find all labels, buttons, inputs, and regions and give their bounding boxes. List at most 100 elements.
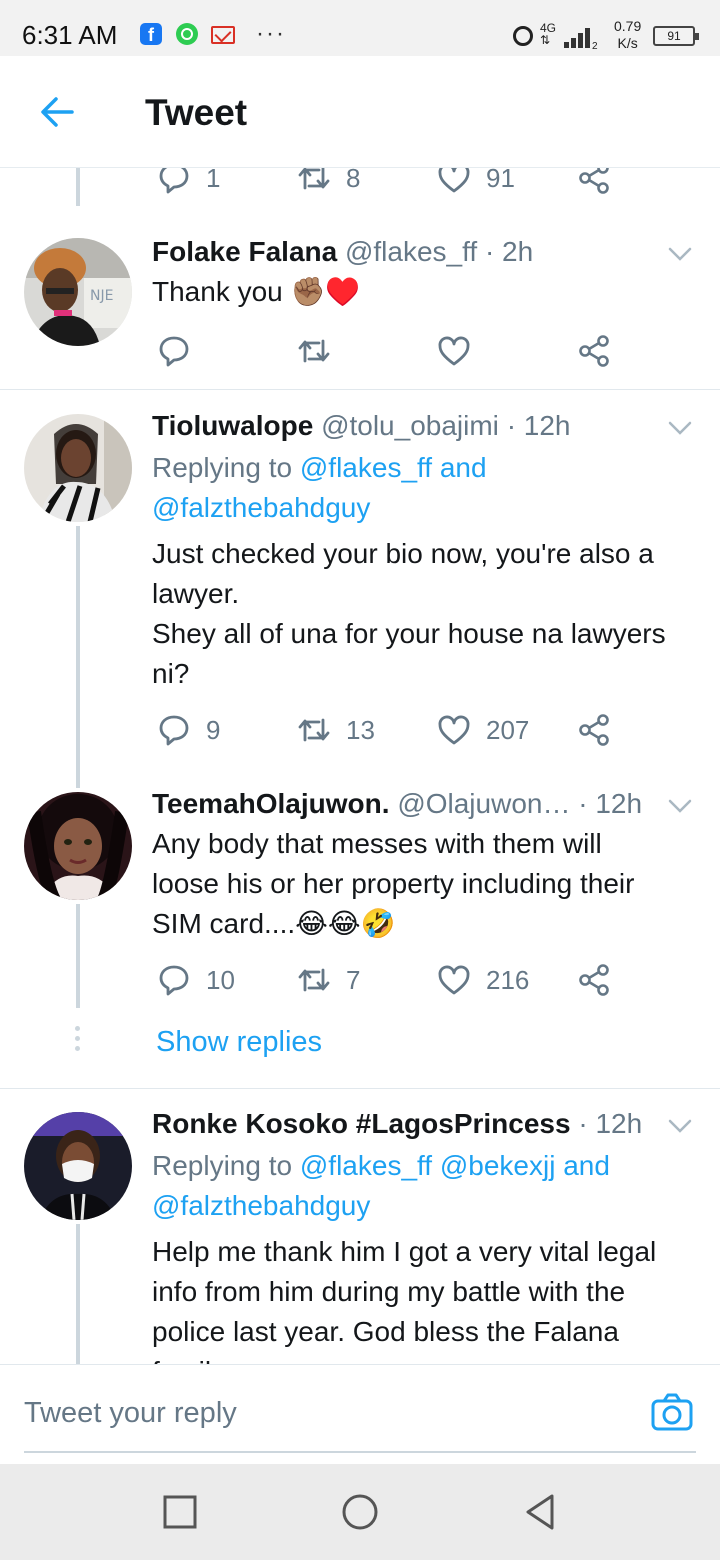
retweet-button[interactable] [296, 331, 332, 371]
retweet-count: 13 [346, 714, 375, 745]
chevron-down-icon [668, 247, 692, 261]
chevron-down-icon [668, 421, 692, 435]
like-count: 216 [486, 964, 530, 995]
retweet-icon [298, 968, 330, 992]
heart-icon [438, 336, 470, 366]
retweet-button[interactable]: 8 [296, 168, 360, 198]
android-nav-bar [0, 1464, 720, 1560]
avatar[interactable] [24, 1112, 132, 1220]
avatar[interactable] [24, 414, 132, 522]
tweet-options-button[interactable] [666, 1112, 694, 1140]
reply-input[interactable]: Tweet your reply [24, 1397, 237, 1430]
retweet-count: 7 [346, 964, 361, 995]
heart-icon [438, 168, 470, 193]
replying-to-label: Replying to [152, 452, 300, 483]
share-button[interactable] [576, 960, 612, 1000]
svg-text:NJE: NJE [90, 288, 113, 304]
home-button[interactable] [340, 1492, 380, 1532]
back-button[interactable] [36, 92, 76, 132]
tweet-header: Tioluwalope @tolu_obajimi · 12h [152, 410, 571, 442]
author-handle[interactable]: @flakes_ff [345, 236, 477, 267]
triangle-back-icon [526, 1494, 554, 1530]
square-icon [163, 1495, 197, 1529]
avatar-image [24, 414, 132, 522]
thread-line [76, 526, 80, 788]
more-notifications-icon: ··· [256, 20, 286, 47]
status-time: 6:31 AM [22, 20, 118, 50]
like-button[interactable] [436, 331, 472, 371]
heart-icon [438, 965, 470, 995]
like-button[interactable]: 216 [436, 960, 529, 1000]
retweet-button[interactable]: 7 [296, 960, 360, 1000]
camera-button[interactable] [650, 1391, 694, 1435]
share-button[interactable] [576, 168, 612, 198]
share-icon [579, 964, 609, 996]
author-name[interactable]: Folake Falana [152, 236, 337, 267]
avatar-image [24, 792, 132, 900]
like-button[interactable]: 207 [436, 710, 529, 750]
avatar[interactable]: NJE [24, 238, 132, 346]
battery-icon: 91 [653, 26, 699, 46]
tweet-options-button[interactable] [666, 240, 694, 268]
retweet-count: 8 [346, 168, 361, 193]
share-icon [579, 168, 609, 194]
tweet-options-button[interactable] [666, 414, 694, 442]
divider [0, 1088, 720, 1089]
thread-continuation-dots [75, 1026, 81, 1052]
author-name[interactable]: Tioluwalope [152, 410, 313, 441]
tweet-time: · 12h [506, 410, 571, 441]
retweet-icon [298, 168, 330, 190]
thread-line [76, 168, 80, 206]
avatar-image: NJE [24, 238, 132, 346]
tweet-thread: 1 8 91 NJE Folake Falana @flakes_ff · 2h [0, 168, 720, 1364]
arrow-left-icon [41, 97, 74, 127]
reply-composer: Tweet your reply [0, 1364, 720, 1464]
tweet-text: Thank you ✊🏽♥️ [152, 276, 361, 307]
page-title: Tweet [145, 92, 248, 133]
tweet-time: · 2h [484, 236, 534, 267]
show-replies-link[interactable]: Show replies [156, 1026, 322, 1059]
retweet-icon [298, 718, 330, 742]
recent-apps-button[interactable] [160, 1492, 200, 1532]
reply-count: 1 [206, 168, 221, 193]
heart-icon [438, 715, 470, 745]
reply-button[interactable]: 1 [156, 168, 220, 198]
chevron-down-icon [668, 1119, 692, 1133]
thread-line [76, 904, 80, 1008]
reply-button[interactable]: 10 [156, 960, 235, 1000]
like-count: 207 [486, 714, 530, 745]
reply-input-underline [24, 1451, 696, 1453]
thread-line [76, 1224, 80, 1364]
author-name[interactable]: Ronke Kosoko #LagosPrincess [152, 1108, 571, 1139]
share-button[interactable] [576, 710, 612, 750]
back-nav-button[interactable] [520, 1492, 560, 1532]
replying-to-label: Replying to [152, 1150, 300, 1181]
chevron-down-icon [668, 799, 692, 813]
gmail-icon [211, 26, 235, 44]
tweet-options-button[interactable] [666, 792, 694, 820]
camera-icon [651, 1393, 693, 1431]
tweet-time: · 12h [578, 788, 643, 819]
reply-count: 10 [206, 964, 235, 995]
tweet-text: Just checked your bio now, you're also a… [152, 538, 666, 689]
reply-button[interactable]: 9 [156, 710, 220, 750]
reply-icon [159, 715, 189, 746]
like-count: 91 [486, 168, 515, 193]
reply-button[interactable] [156, 331, 192, 371]
share-button[interactable] [576, 331, 612, 371]
avatar-image [24, 1112, 132, 1220]
avatar[interactable] [24, 792, 132, 900]
author-name[interactable]: TeemahOlajuwon. [152, 788, 390, 819]
divider [0, 389, 720, 390]
circle-icon [342, 1494, 378, 1530]
tweet-time: · 12h [578, 1108, 643, 1139]
author-handle[interactable]: @Olajuwon… [397, 788, 570, 819]
like-button[interactable]: 91 [436, 168, 515, 198]
replying-to: Replying to @flakes_ff @bekexjj and @fal… [152, 1146, 712, 1226]
retweet-button[interactable]: 13 [296, 710, 375, 750]
author-handle[interactable]: @tolu_obajimi [321, 410, 499, 441]
tweet-text: Help me thank him I got a very vital leg… [152, 1236, 657, 1364]
reply-icon [159, 168, 189, 194]
share-icon [579, 335, 609, 367]
reply-icon [159, 336, 189, 367]
